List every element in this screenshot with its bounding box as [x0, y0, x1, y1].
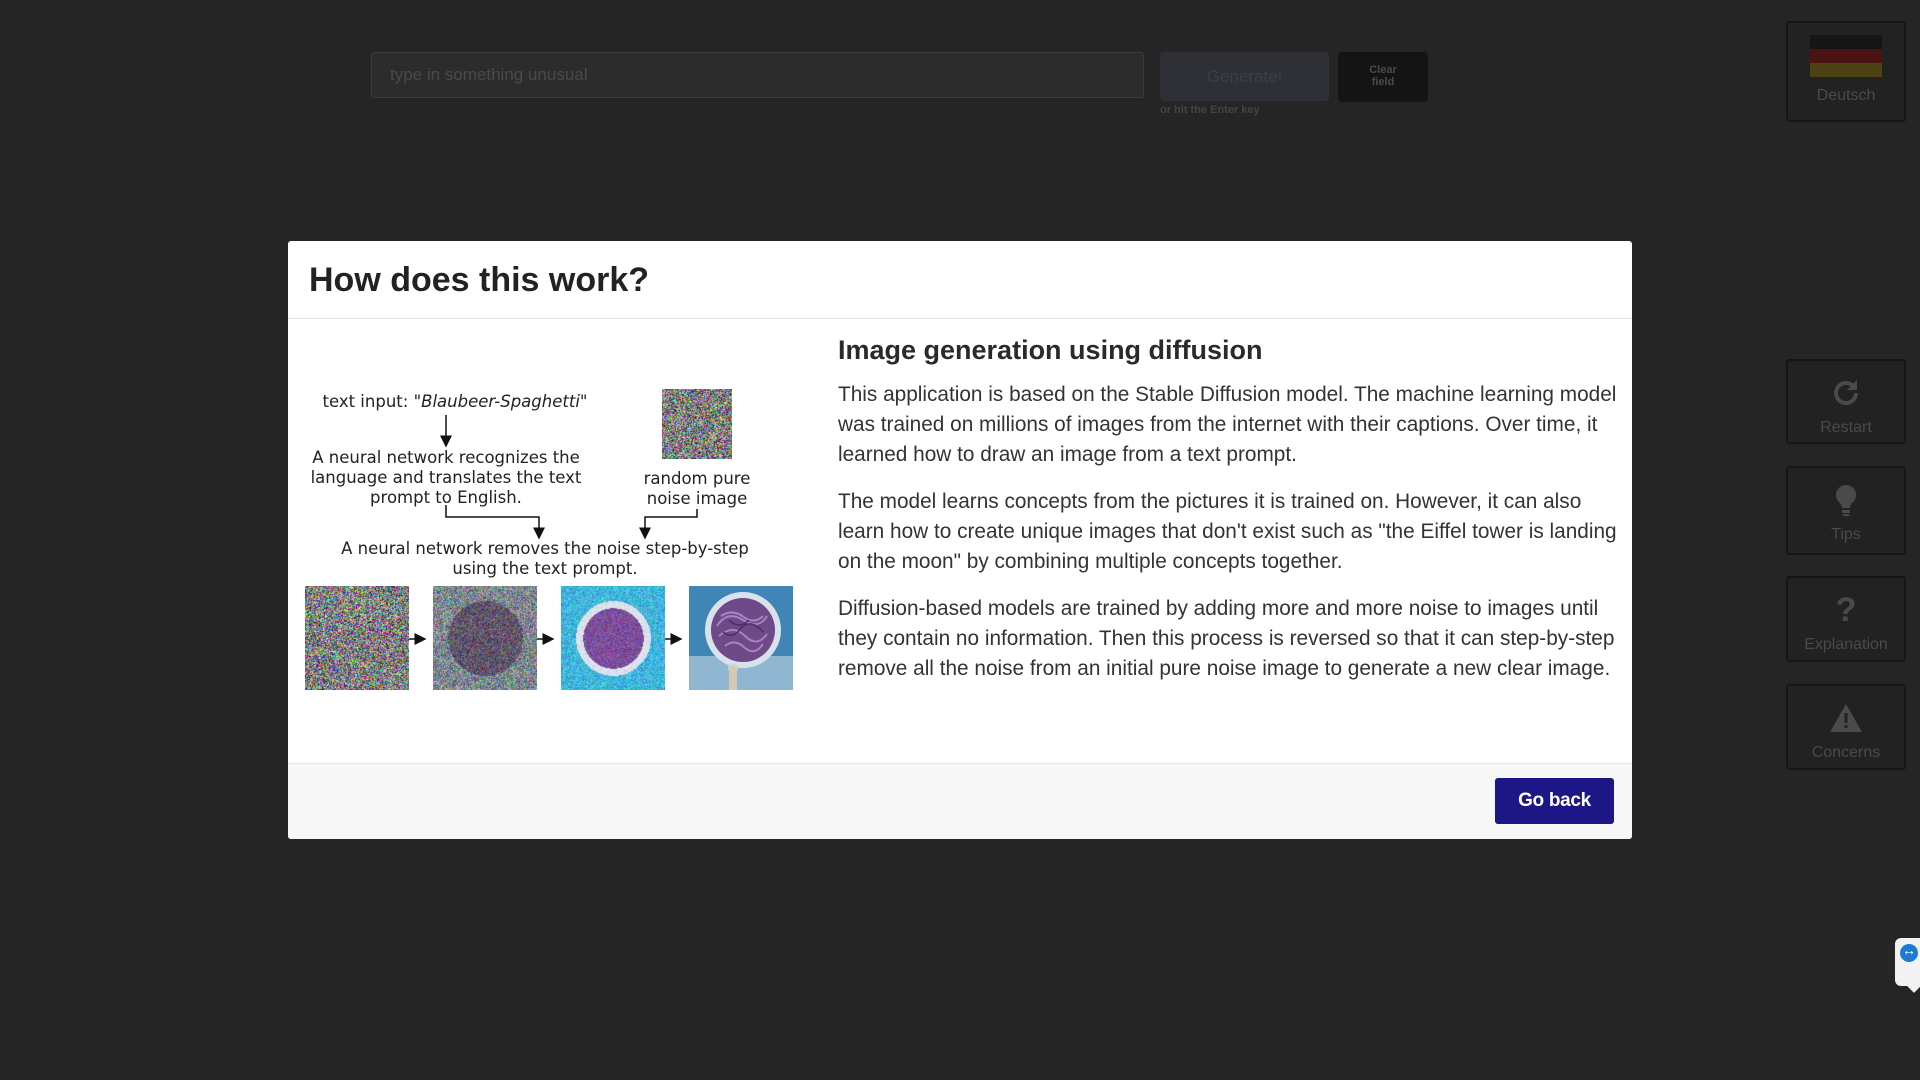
- paragraph: The model learns concepts from the pictu…: [838, 490, 1617, 573]
- translate-line: language and translates the text: [310, 468, 582, 487]
- sidebar-item-label: Explanation: [1804, 636, 1888, 653]
- final-spaghetti-image: [689, 586, 793, 690]
- section-heading: Image generation using diffusion: [838, 335, 1263, 365]
- clear-field-button[interactable]: Clear field: [1338, 52, 1428, 102]
- sidebar-item-tips[interactable]: Tips: [1786, 466, 1906, 555]
- language-button[interactable]: Deutsch: [1786, 21, 1906, 122]
- pure-noise-image: [662, 389, 732, 459]
- teamviewer-icon: [1900, 942, 1918, 962]
- clear-field-label-line1: Clear: [1369, 64, 1397, 77]
- sidebar-item-label: Concerns: [1811, 744, 1881, 761]
- sidebar-item-explanation[interactable]: ? Explanation: [1786, 576, 1906, 662]
- paragraph: Diffusion-based models are trained by ad…: [838, 597, 1615, 680]
- modal-header: How does this work?: [288, 241, 1632, 319]
- denoise-step-1-canvas: [305, 586, 409, 690]
- prompt-input[interactable]: type in something unusual: [371, 52, 1144, 98]
- modal-title: How does this work?: [309, 261, 650, 299]
- text-input-caption: text input: "Blaubeer-Spaghetti": [305, 392, 605, 412]
- text-input-label: text input:: [322, 392, 414, 411]
- go-back-button[interactable]: Go back: [1495, 778, 1614, 824]
- question-icon: ?: [1835, 590, 1857, 629]
- sidebar-item-restart[interactable]: Restart: [1786, 359, 1906, 444]
- restart-icon: [1830, 371, 1862, 415]
- translate-line: A neural network recognizes the: [312, 448, 580, 467]
- pure-noise-canvas: [662, 389, 732, 459]
- denoise-step-1-image: [305, 586, 409, 690]
- enter-key-hint: or hit the Enter key: [1160, 104, 1260, 116]
- denoise-line: A neural network removes the noise step-…: [341, 539, 749, 558]
- denoise-line: using the text prompt.: [452, 559, 638, 578]
- noise-label-line: noise image: [646, 489, 748, 508]
- explanation-content: Image generation using diffusion This ap…: [838, 335, 1618, 701]
- diffusion-diagram: text input: "Blaubeer-Spaghetti" A neura…: [305, 319, 800, 763]
- german-flag-icon: [1810, 35, 1882, 77]
- modal-body: text input: "Blaubeer-Spaghetti" A neura…: [288, 319, 1632, 763]
- translate-step-text: A neural network recognizes the language…: [305, 448, 587, 508]
- sidebar-item-label: Tips: [1831, 526, 1861, 543]
- explanation-modal: How does this work? text input: "Blaubee…: [288, 241, 1632, 839]
- modal-footer: Go back: [288, 763, 1632, 839]
- generate-button[interactable]: Generate!: [1160, 52, 1329, 101]
- denoise-step-3-image: [561, 586, 665, 690]
- noise-image-label: random pure noise image: [637, 469, 757, 509]
- language-label: Deutsch: [1816, 87, 1876, 104]
- clear-field-label-line2: field: [1371, 76, 1395, 88]
- noise-label-line: random pure: [643, 469, 751, 488]
- teamviewer-tab[interactable]: [1895, 938, 1920, 986]
- warning-icon: [1829, 696, 1863, 740]
- final-spaghetti-art: [689, 586, 793, 690]
- denoise-step-3-canvas: [561, 586, 665, 690]
- denoise-step-2-image: [433, 586, 537, 690]
- sidebar-item-concerns[interactable]: Concerns: [1786, 684, 1906, 770]
- sidebar-item-label: Restart: [1820, 419, 1872, 436]
- translate-line: prompt to English.: [370, 488, 522, 507]
- denoise-step-text: A neural network removes the noise step-…: [325, 539, 765, 579]
- lightbulb-icon: [1833, 478, 1859, 522]
- denoise-step-2-canvas: [433, 586, 537, 690]
- paragraph: This application is based on the Stable …: [838, 383, 1617, 466]
- text-input-value: "Blaubeer-Spaghetti": [413, 392, 588, 411]
